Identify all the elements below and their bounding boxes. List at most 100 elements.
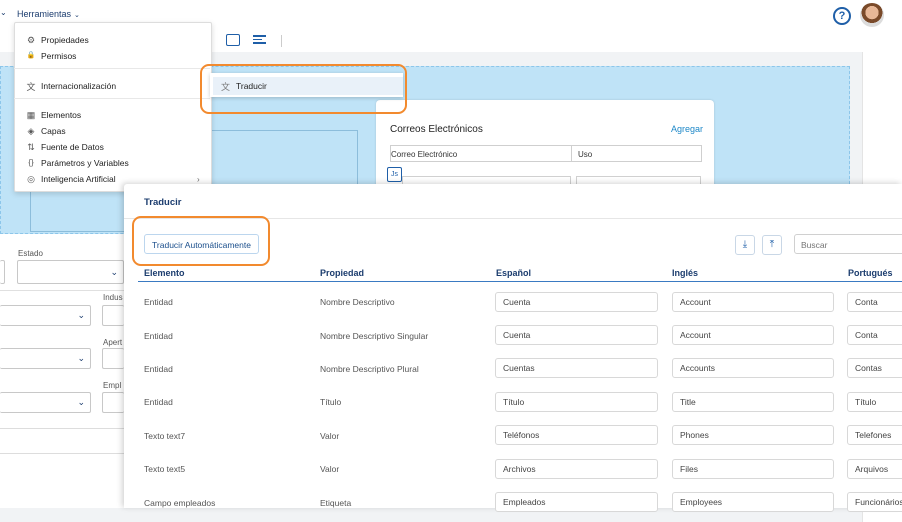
email-card-title: Correos Electrónicos	[390, 124, 483, 135]
cell-elemento: Campo empleados	[144, 498, 216, 508]
employees-label: Empl	[103, 381, 122, 390]
english-input[interactable]: Title	[672, 392, 834, 412]
translate-icon: 文	[26, 82, 36, 92]
spanish-input[interactable]: Empleados	[495, 492, 658, 512]
portuguese-input[interactable]: Título	[847, 392, 902, 412]
cell-propiedad: Nombre Descriptivo Plural	[320, 364, 419, 374]
portuguese-input[interactable]: Conta	[847, 292, 902, 312]
grid-icon: ▦	[26, 110, 36, 120]
menu-item-internacionalizacion[interactable]: Internacionalización	[41, 81, 116, 91]
download-icon[interactable]: ⤓	[735, 235, 755, 255]
menu-item-permisos[interactable]: Permisos	[41, 51, 76, 61]
cell-elemento: Entidad	[144, 331, 173, 341]
industry-label: Indus	[103, 293, 123, 302]
spanish-input[interactable]: Cuenta	[495, 292, 658, 312]
english-input[interactable]: Accounts	[672, 358, 834, 378]
column-header-espanol: Español	[496, 268, 532, 278]
spanish-input[interactable]: Cuenta	[495, 325, 658, 345]
cell-elemento: Texto text5	[144, 464, 186, 474]
folder-icon[interactable]	[226, 34, 240, 46]
spanish-input[interactable]: Teléfonos	[495, 425, 658, 445]
add-email-link[interactable]: Agregar	[671, 124, 703, 134]
menu-item-capas[interactable]: Capas	[41, 126, 66, 136]
chevron-down-icon: ⌄	[77, 353, 85, 363]
chevron-down-icon: ⌄	[77, 310, 85, 320]
industry-select[interactable]	[102, 305, 124, 326]
cell-propiedad: Nombre Descriptivo	[320, 297, 395, 307]
form-select[interactable]	[0, 260, 5, 284]
cell-propiedad: Título	[320, 397, 342, 407]
header-underline	[138, 281, 902, 282]
divider	[0, 290, 124, 291]
menu-item-inteligencia-artificial[interactable]: Inteligencia Artificial	[41, 174, 116, 184]
form-select[interactable]: ⌄	[0, 392, 91, 413]
portuguese-input[interactable]: Funcionários	[847, 492, 902, 512]
cell-propiedad: Etiqueta	[320, 498, 352, 508]
cell-elemento: Entidad	[144, 397, 173, 407]
cell-propiedad: Nombre Descriptivo Singular	[320, 331, 429, 341]
employees-field[interactable]	[102, 392, 124, 413]
portuguese-input[interactable]: Telefones	[847, 425, 902, 445]
cell-propiedad: Valor	[320, 464, 340, 474]
menu-divider	[14, 98, 210, 99]
braces-icon: {}	[28, 158, 34, 167]
form-select[interactable]: ⌄	[0, 348, 91, 369]
estado-label: Estado	[18, 249, 43, 258]
chevron-down-icon: ⌄	[77, 397, 85, 407]
cell-elemento: Texto text7	[144, 431, 186, 441]
email-column-header: Correo Electrónico	[391, 150, 458, 159]
help-icon[interactable]: ?	[833, 7, 851, 25]
column-header-elemento: Elemento	[144, 268, 185, 278]
herramientas-menu-label: Herramientas	[17, 9, 72, 19]
cell-propiedad: Valor	[320, 431, 340, 441]
column-header-ingles: Inglés	[672, 268, 699, 278]
column-divider	[571, 145, 572, 162]
menu-item-elementos[interactable]: Elementos	[41, 110, 81, 120]
ai-icon: ◎	[27, 174, 35, 184]
usage-column-header: Uso	[578, 150, 593, 159]
cell-elemento: Entidad	[144, 297, 173, 307]
upload-icon[interactable]: ⤒	[762, 235, 782, 255]
column-header-propiedad: Propiedad	[320, 268, 365, 278]
highlight-outline	[132, 216, 270, 266]
spanish-input[interactable]: Título	[495, 392, 658, 412]
estado-select[interactable]: ⌄	[17, 260, 124, 284]
datasource-icon: ⇅	[27, 142, 35, 152]
search-input[interactable]	[801, 240, 901, 250]
layers-icon: ◈	[27, 126, 35, 136]
highlight-outline	[200, 64, 407, 114]
panel-title: Traducir	[144, 197, 182, 208]
align-icon[interactable]	[253, 34, 266, 45]
english-input[interactable]: Employees	[672, 492, 834, 512]
opening-field[interactable]	[102, 348, 124, 369]
avatar[interactable]	[860, 3, 884, 27]
english-input[interactable]: Files	[672, 459, 834, 479]
cell-elemento: Entidad	[144, 364, 173, 374]
chevron-down-icon[interactable]: ⌄	[0, 8, 7, 17]
portuguese-input[interactable]: Conta	[847, 325, 902, 345]
column-header-portugues: Portugués	[848, 268, 893, 278]
portuguese-input[interactable]: Contas	[847, 358, 902, 378]
gear-icon: ⚙	[26, 35, 36, 45]
english-input[interactable]: Account	[672, 325, 834, 345]
menu-item-fuente-de-datos[interactable]: Fuente de Datos	[41, 142, 104, 152]
herramientas-menu-button[interactable]: Herramientas ⌄	[17, 9, 80, 19]
toolbar-divider	[281, 35, 282, 47]
form-textarea[interactable]	[0, 428, 124, 454]
menu-divider	[14, 68, 210, 69]
js-icon[interactable]: Js	[387, 167, 402, 182]
menu-item-parametros-y-variables[interactable]: Parámetros y Variables	[41, 158, 129, 168]
search-box[interactable]	[794, 234, 902, 254]
chevron-right-icon: ›	[197, 175, 200, 184]
spanish-input[interactable]: Archivos	[495, 459, 658, 479]
chevron-down-icon: ⌄	[74, 12, 80, 19]
english-input[interactable]: Account	[672, 292, 834, 312]
form-select[interactable]: ⌄	[0, 305, 91, 326]
menu-item-propiedades[interactable]: Propiedades	[41, 35, 89, 45]
opening-label: Apert	[103, 338, 123, 347]
english-input[interactable]: Phones	[672, 425, 834, 445]
lock-icon: 🔒	[26, 52, 36, 59]
portuguese-input[interactable]: Arquivos	[847, 459, 902, 479]
chevron-down-icon: ⌄	[110, 267, 118, 277]
spanish-input[interactable]: Cuentas	[495, 358, 658, 378]
